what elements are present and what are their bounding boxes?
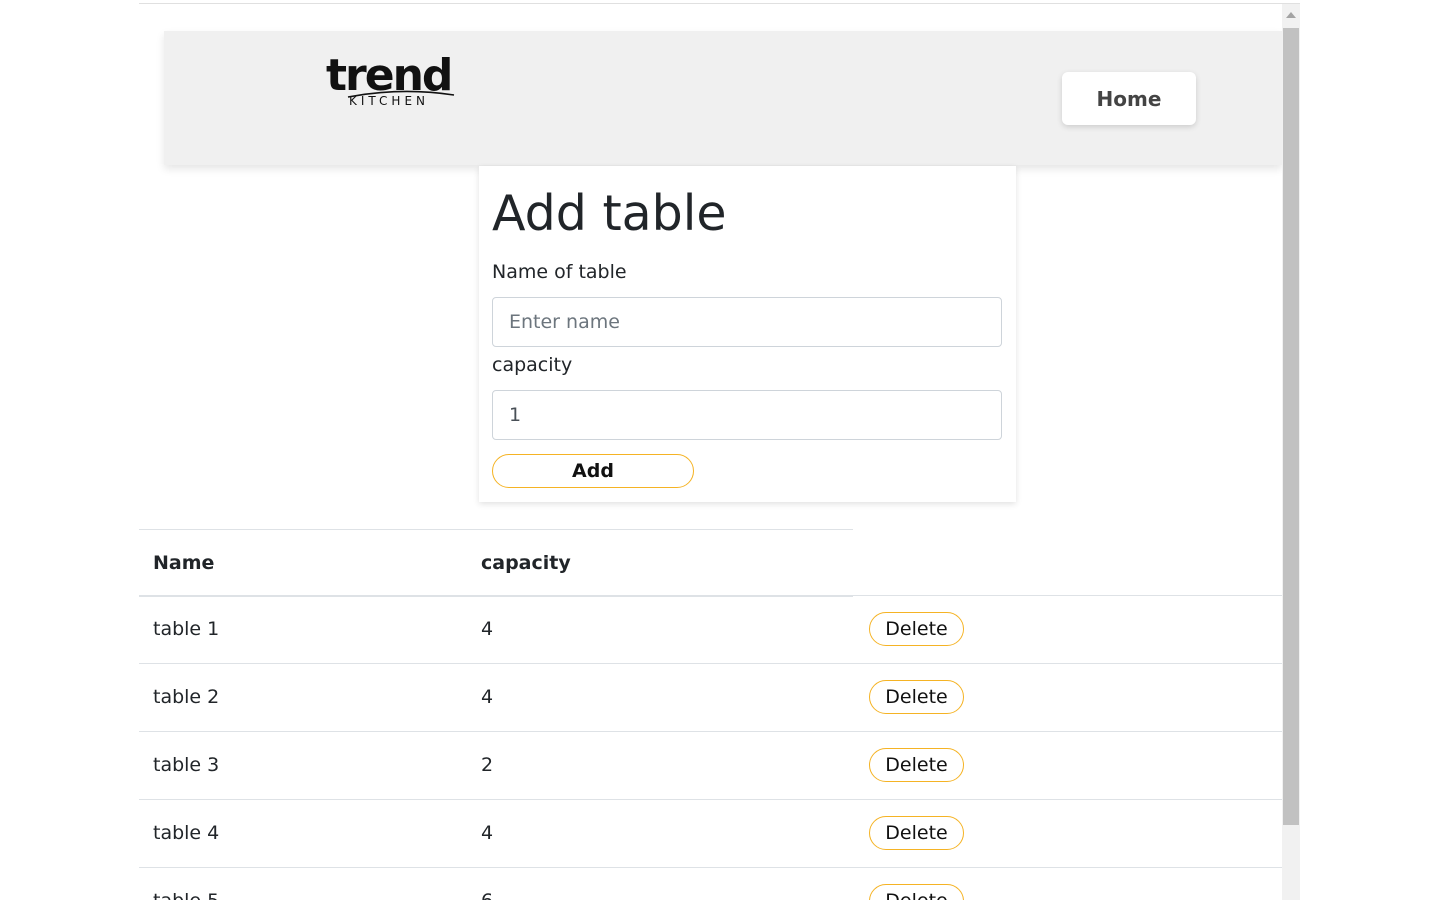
add-button[interactable]: Add (492, 454, 694, 488)
delete-button[interactable]: Delete (869, 748, 964, 782)
brand-logo[interactable]: trend KITCHEN (326, 51, 466, 111)
row-capacity: 4 (481, 618, 494, 640)
delete-button[interactable]: Delete (869, 816, 964, 850)
home-button[interactable]: Home (1062, 72, 1196, 125)
delete-button[interactable]: Delete (869, 680, 964, 714)
delete-button[interactable]: Delete (869, 884, 964, 900)
delete-button[interactable]: Delete (869, 612, 964, 646)
row-name: table 4 (153, 822, 220, 844)
page-viewport: trend KITCHEN Home Add table Name of tab… (139, 0, 1300, 900)
column-header-name: Name (153, 552, 215, 574)
logo-subtitle: KITCHEN (349, 94, 429, 108)
row-capacity: 4 (481, 822, 494, 844)
table-row: table 5 6 Delete (139, 868, 1282, 900)
add-table-form: Add table Name of table capacity Add (479, 166, 1016, 502)
row-capacity: 4 (481, 686, 494, 708)
capacity-label: capacity (492, 354, 573, 376)
site-header: trend KITCHEN Home (164, 31, 1282, 165)
scrollbar-thumb[interactable] (1283, 28, 1299, 825)
vertical-scrollbar[interactable] (1282, 4, 1300, 900)
table-row: table 1 4 Delete (139, 596, 1282, 664)
column-header-capacity: capacity (481, 552, 571, 574)
table-header: Name capacity (139, 529, 1282, 597)
header-top-border (139, 529, 853, 530)
table-row: table 3 2 Delete (139, 732, 1282, 800)
row-capacity: 6 (481, 889, 493, 900)
table-row: table 2 4 Delete (139, 664, 1282, 732)
row-capacity: 2 (481, 754, 494, 776)
capacity-input[interactable] (492, 390, 1002, 440)
table-body: table 1 4 Delete table 2 4 Delete table … (139, 596, 1282, 900)
table-row: table 4 4 Delete (139, 800, 1282, 868)
row-name: table 5 (153, 889, 219, 900)
name-label: Name of table (492, 261, 627, 283)
table-name-input[interactable] (492, 297, 1002, 347)
chevron-up-icon[interactable] (1286, 12, 1296, 18)
top-divider (139, 3, 1300, 4)
row-name: table 2 (153, 686, 220, 708)
row-name: table 3 (153, 754, 220, 776)
form-title: Add table (492, 185, 727, 242)
row-name: table 1 (153, 618, 220, 640)
